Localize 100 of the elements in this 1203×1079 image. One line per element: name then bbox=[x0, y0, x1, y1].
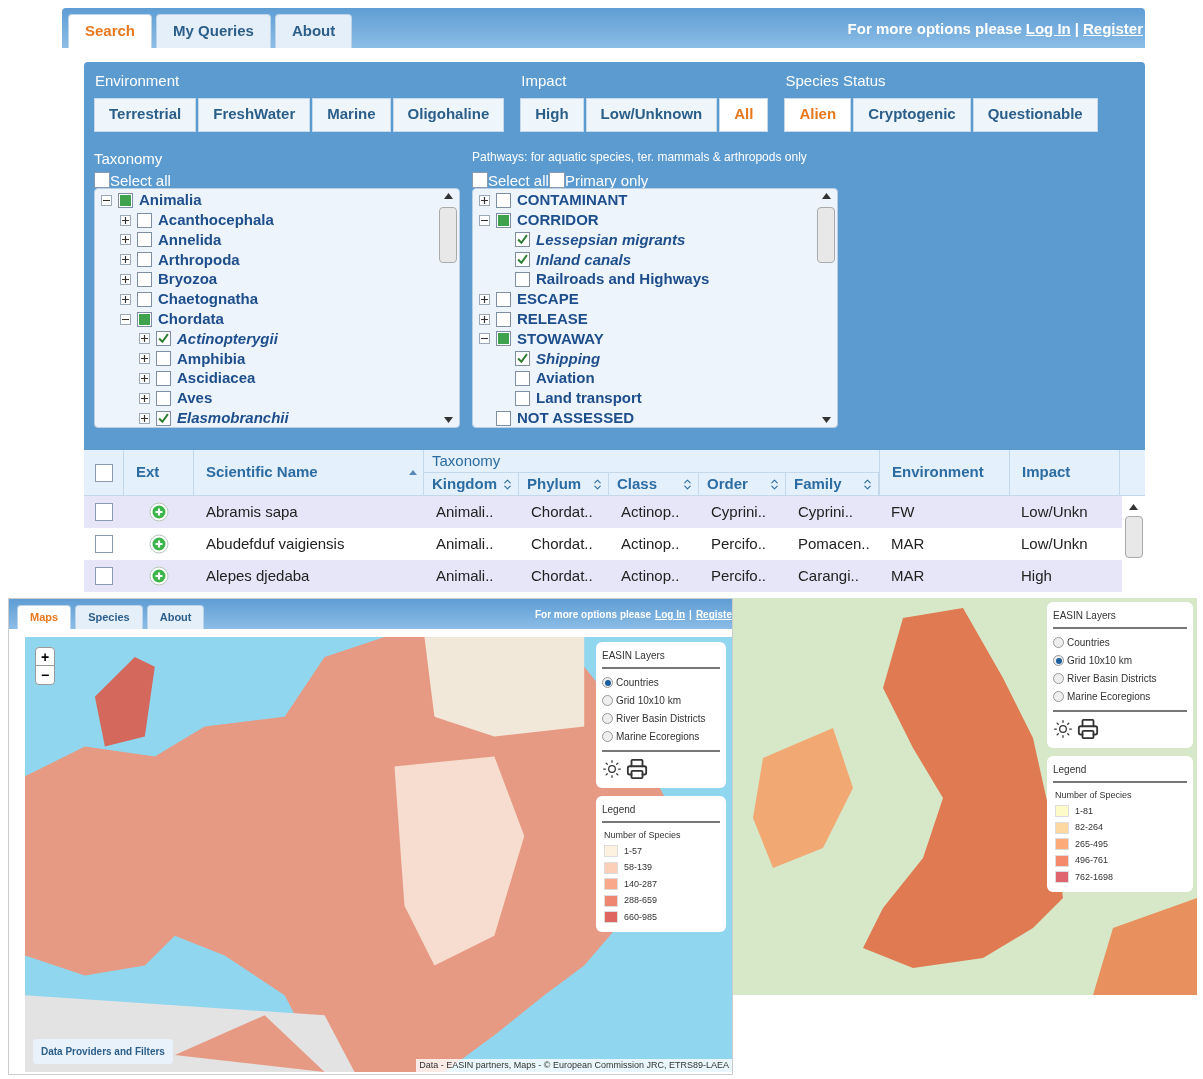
checkbox[interactable] bbox=[95, 503, 113, 521]
tree-checkbox[interactable] bbox=[156, 371, 171, 387]
tree-checkbox[interactable] bbox=[496, 311, 511, 327]
scroll-thumb[interactable] bbox=[1124, 516, 1143, 558]
layer-option[interactable]: Marine Ecoregions bbox=[616, 729, 700, 744]
column-header[interactable]: Ext bbox=[124, 450, 194, 495]
print-icon[interactable] bbox=[626, 758, 648, 780]
filter-option[interactable]: FreshWater bbox=[198, 97, 311, 132]
expand-icon[interactable] bbox=[139, 392, 150, 404]
sort-icon[interactable] bbox=[681, 477, 694, 491]
column-header[interactable]: Family bbox=[786, 473, 879, 496]
checkbox[interactable] bbox=[94, 171, 110, 188]
column-header[interactable]: Kingdom bbox=[424, 473, 519, 496]
tree-checkbox[interactable] bbox=[515, 272, 530, 288]
column-header[interactable]: Order bbox=[699, 473, 786, 496]
tree-checkbox[interactable] bbox=[515, 371, 530, 387]
add-icon[interactable] bbox=[149, 502, 169, 522]
table-row[interactable]: Abramis sapa Animali.. Chordat.. Actinop.. Cyprini.. Cyprini.. FW Low/Unkn bbox=[84, 496, 1122, 528]
expand-icon[interactable] bbox=[120, 214, 131, 226]
filter-option[interactable]: Cryptogenic bbox=[853, 97, 971, 132]
data-providers-button[interactable]: Data Providers and Filters bbox=[33, 1039, 173, 1064]
expand-icon[interactable] bbox=[120, 274, 131, 286]
tab[interactable]: About bbox=[274, 14, 353, 48]
tree-checkbox[interactable] bbox=[156, 410, 171, 426]
tree-checkbox[interactable] bbox=[515, 351, 530, 367]
tree-checkbox[interactable] bbox=[515, 390, 530, 406]
filter-option[interactable]: Questionable bbox=[972, 97, 1098, 132]
zoom-in-button[interactable]: + bbox=[36, 648, 54, 666]
tree-checkbox[interactable] bbox=[156, 390, 171, 406]
scroll-down-icon[interactable] bbox=[821, 416, 831, 423]
scroll-up-icon[interactable] bbox=[821, 192, 831, 199]
filter-option[interactable]: Oligohaline bbox=[392, 97, 505, 132]
tree-checkbox[interactable] bbox=[496, 331, 511, 347]
tree-checkbox[interactable] bbox=[496, 410, 511, 426]
sun-icon[interactable] bbox=[1053, 719, 1073, 739]
tree-checkbox[interactable] bbox=[137, 212, 152, 228]
radio-button[interactable] bbox=[1053, 673, 1064, 684]
sun-icon[interactable] bbox=[602, 759, 622, 779]
layer-option[interactable]: River Basin Districts bbox=[1067, 671, 1157, 686]
tree-checkbox[interactable] bbox=[496, 212, 511, 228]
tree-checkbox[interactable] bbox=[496, 291, 511, 307]
checkbox[interactable] bbox=[94, 463, 113, 482]
print-icon[interactable] bbox=[1077, 718, 1099, 740]
scroll-up-icon[interactable] bbox=[1129, 504, 1138, 510]
tab[interactable]: Species bbox=[75, 605, 143, 629]
layer-option[interactable]: River Basin Districts bbox=[616, 711, 706, 726]
table-row[interactable]: Alepes djedaba Animali.. Chordat.. Actinop.. Percifo.. Carangi.. MAR High bbox=[84, 560, 1122, 592]
tree-checkbox[interactable] bbox=[515, 232, 530, 248]
collapse-icon[interactable] bbox=[120, 313, 131, 325]
column-header[interactable]: Impact bbox=[1010, 450, 1120, 495]
sort-icon[interactable] bbox=[768, 477, 781, 491]
tab[interactable]: My Queries bbox=[156, 14, 271, 48]
expand-icon[interactable] bbox=[479, 293, 490, 305]
checkbox[interactable] bbox=[95, 567, 113, 585]
column-header[interactable]: Environment bbox=[880, 450, 1010, 495]
tree-checkbox[interactable] bbox=[137, 291, 152, 307]
checkbox[interactable] bbox=[95, 535, 113, 553]
layer-option[interactable]: Grid 10x10 km bbox=[1067, 653, 1133, 668]
radio-button[interactable] bbox=[602, 677, 613, 688]
collapse-icon[interactable] bbox=[101, 194, 112, 206]
scroll-up-icon[interactable] bbox=[443, 192, 453, 199]
tree-checkbox[interactable] bbox=[137, 252, 152, 268]
expand-icon[interactable] bbox=[120, 293, 131, 305]
layer-option[interactable]: Grid 10x10 km bbox=[616, 693, 682, 708]
layer-option[interactable]: Countries bbox=[1067, 635, 1110, 650]
layer-option[interactable]: Countries bbox=[616, 675, 659, 690]
tree-checkbox[interactable] bbox=[156, 331, 171, 347]
column-header[interactable]: Scientific Name bbox=[194, 450, 424, 495]
radio-button[interactable] bbox=[602, 695, 613, 706]
scroll-thumb[interactable] bbox=[439, 206, 457, 263]
sort-icon[interactable] bbox=[501, 477, 514, 491]
filter-option[interactable]: Marine bbox=[312, 97, 391, 132]
layer-option[interactable]: Marine Ecoregions bbox=[1067, 689, 1151, 704]
expand-icon[interactable] bbox=[139, 412, 150, 424]
tree-checkbox[interactable] bbox=[156, 351, 171, 367]
checkbox[interactable] bbox=[548, 171, 565, 188]
tree-checkbox[interactable] bbox=[496, 192, 511, 208]
tree-checkbox[interactable] bbox=[137, 232, 152, 248]
expand-icon[interactable] bbox=[120, 254, 131, 266]
radio-button[interactable] bbox=[1053, 637, 1064, 648]
sort-icon[interactable] bbox=[591, 477, 604, 491]
add-icon[interactable] bbox=[149, 566, 169, 586]
filter-option[interactable]: High bbox=[520, 97, 584, 132]
filter-option[interactable]: Low/Unknown bbox=[585, 97, 718, 132]
sort-ascending-icon[interactable] bbox=[409, 470, 417, 475]
tree-checkbox[interactable] bbox=[137, 311, 152, 327]
radio-button[interactable] bbox=[1053, 691, 1064, 702]
expand-icon[interactable] bbox=[479, 194, 490, 206]
radio-button[interactable] bbox=[1053, 655, 1064, 666]
scroll-thumb[interactable] bbox=[817, 206, 835, 263]
collapse-icon[interactable] bbox=[479, 333, 490, 345]
scroll-down-icon[interactable] bbox=[443, 416, 453, 423]
add-icon[interactable] bbox=[149, 534, 169, 554]
radio-button[interactable] bbox=[602, 731, 613, 742]
radio-button[interactable] bbox=[602, 713, 613, 724]
sort-icon[interactable] bbox=[861, 477, 874, 491]
tab[interactable]: About bbox=[146, 605, 205, 629]
expand-icon[interactable] bbox=[139, 353, 150, 365]
zoom-out-button[interactable]: − bbox=[36, 666, 54, 684]
expand-icon[interactable] bbox=[479, 313, 490, 325]
